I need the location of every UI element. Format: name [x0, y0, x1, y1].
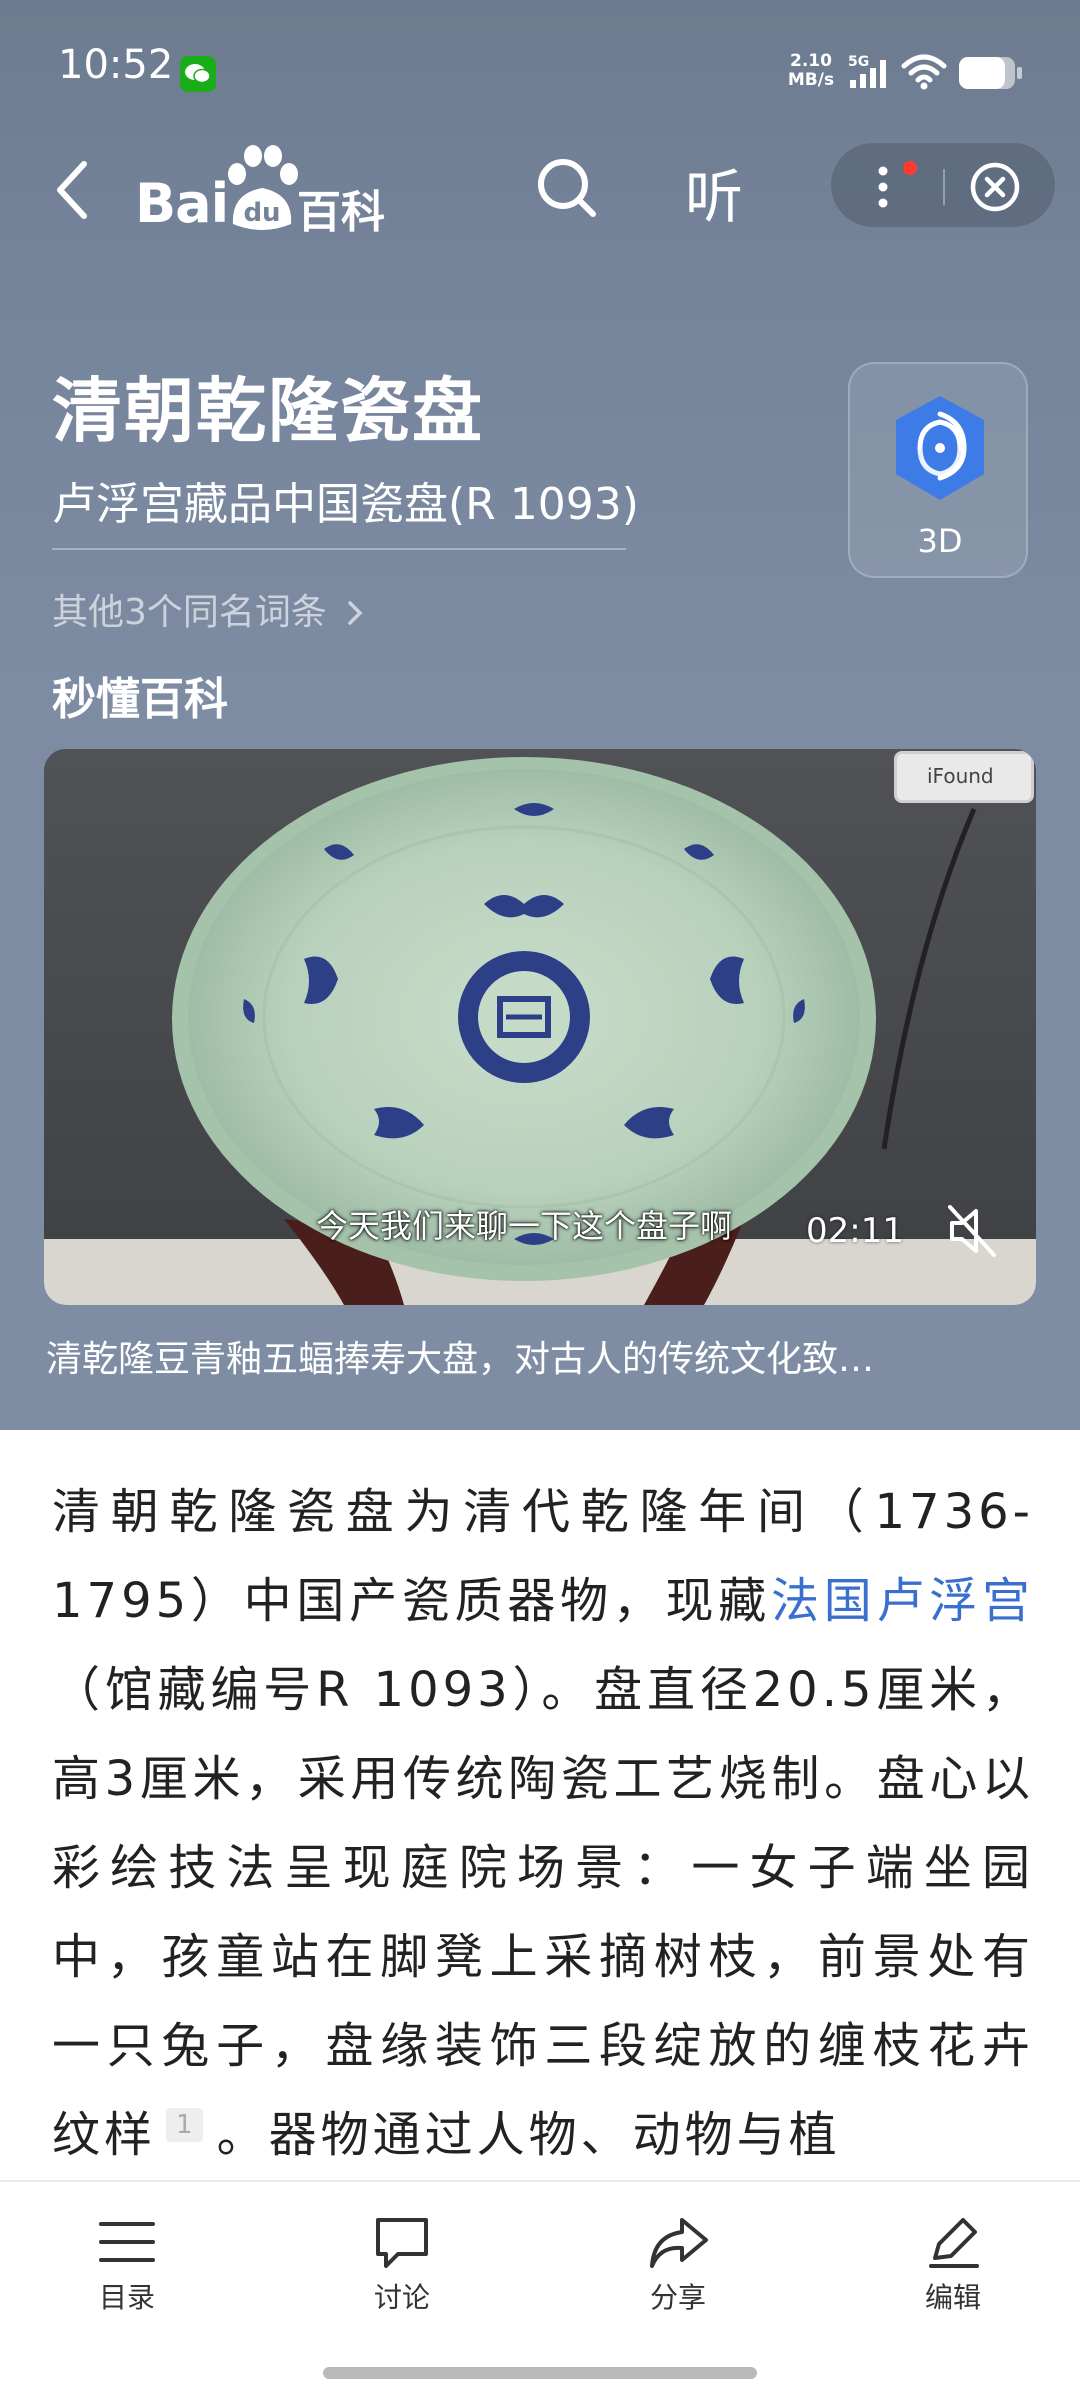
capsule-divider [943, 169, 945, 205]
tab-edit[interactable]: 编辑 [873, 2212, 1033, 2322]
more-vertical-icon[interactable] [875, 163, 891, 215]
logo-baike-text: 百科 [297, 187, 385, 238]
list-icon [99, 2222, 155, 2262]
tab-discussion[interactable]: 讨论 [322, 2212, 482, 2322]
video-caption[interactable]: 清乾隆豆青釉五蝠捧寿大盘，对古人的传统文化致… [46, 1330, 1026, 1382]
notification-dot [903, 161, 917, 175]
listen-button[interactable]: 听 [685, 150, 743, 234]
tab-share-label: 分享 [649, 2281, 706, 2314]
ifound-watermark: iFound [894, 751, 1034, 803]
logo-paw-text: du [243, 198, 280, 228]
back-icon[interactable] [52, 158, 92, 226]
video-duration: 02:11 [806, 1211, 904, 1251]
tab-share[interactable]: 分享 [598, 2212, 758, 2322]
view-3d-label: 3D [917, 522, 963, 560]
video-player[interactable]: iFound 今天我们来聊一下这个盘子啊 02:11 [44, 749, 1036, 1305]
logo-bai-text: Bai [135, 172, 229, 235]
baidu-baike-logo: Bai du 百科 [135, 144, 395, 238]
section-heading: 秒懂百科 [52, 674, 228, 725]
3d-cube-icon [890, 392, 990, 508]
reference-marker[interactable]: 1 [166, 2108, 203, 2142]
video-subtitle: 今天我们来聊一下这个盘子啊 [316, 1207, 733, 1245]
chat-bubble-icon [376, 2218, 428, 2268]
other-entries-label: 其他3个同名词条 [52, 592, 327, 633]
network-type: 5G [848, 54, 869, 70]
article-text: （馆藏编号R 1093）。盘直径20.5厘米，高3厘米，采用传统陶瓷工艺烧制。盘… [52, 1662, 1034, 2163]
share-icon [650, 2218, 708, 2268]
mini-program-capsule [830, 142, 1056, 228]
search-icon[interactable] [535, 156, 599, 224]
watermark-text: iFound [927, 764, 994, 788]
page-title: 清朝乾隆瓷盘 [52, 370, 484, 452]
net-speed: 2.10 MB/s [785, 52, 837, 90]
battery-icon [958, 56, 1024, 94]
article-text: 。器物通过人物、动物与植 [216, 2107, 841, 2163]
article-summary: 清朝乾隆瓷盘为清代乾隆年间（1736-1795）中国产瓷质器物，现藏法国卢浮宫（… [52, 1468, 1034, 2180]
pencil-icon [929, 2218, 979, 2268]
header-area: 10:52 2.10 MB/s 5G Bai du 百科 听 清朝乾隆瓷盘 卢浮… [0, 0, 1080, 1430]
signal-5g-icon: 5G [848, 52, 894, 94]
divider [52, 548, 626, 550]
view-3d-button[interactable]: 3D [848, 362, 1028, 578]
page-subtitle: 卢浮宫藏品中国瓷盘(R 1093) [52, 479, 639, 530]
status-bar: 10:52 2.10 MB/s 5G [0, 0, 1080, 130]
status-time: 10:52 [58, 42, 174, 88]
tab-contents-label: 目录 [98, 2281, 155, 2314]
net-speed-unit: MB/s [787, 70, 835, 90]
louvre-link[interactable]: 法国卢浮宫 [771, 1573, 1034, 1629]
tab-discussion-label: 讨论 [373, 2281, 430, 2314]
wifi-icon [900, 52, 948, 94]
close-circle-icon[interactable] [969, 161, 1021, 217]
mute-icon[interactable] [944, 1201, 1000, 1265]
tab-contents[interactable]: 目录 [47, 2212, 207, 2322]
paw-icon: du [223, 144, 301, 240]
tab-edit-label: 编辑 [924, 2281, 981, 2314]
wechat-icon [180, 56, 216, 92]
chevron-right-icon [348, 601, 363, 625]
navigation-bar: Bai du 百科 听 [0, 130, 1080, 250]
net-speed-value: 2.10 [790, 51, 832, 71]
other-entries-link[interactable]: 其他3个同名词条 [52, 583, 364, 635]
home-indicator[interactable] [323, 2367, 757, 2379]
